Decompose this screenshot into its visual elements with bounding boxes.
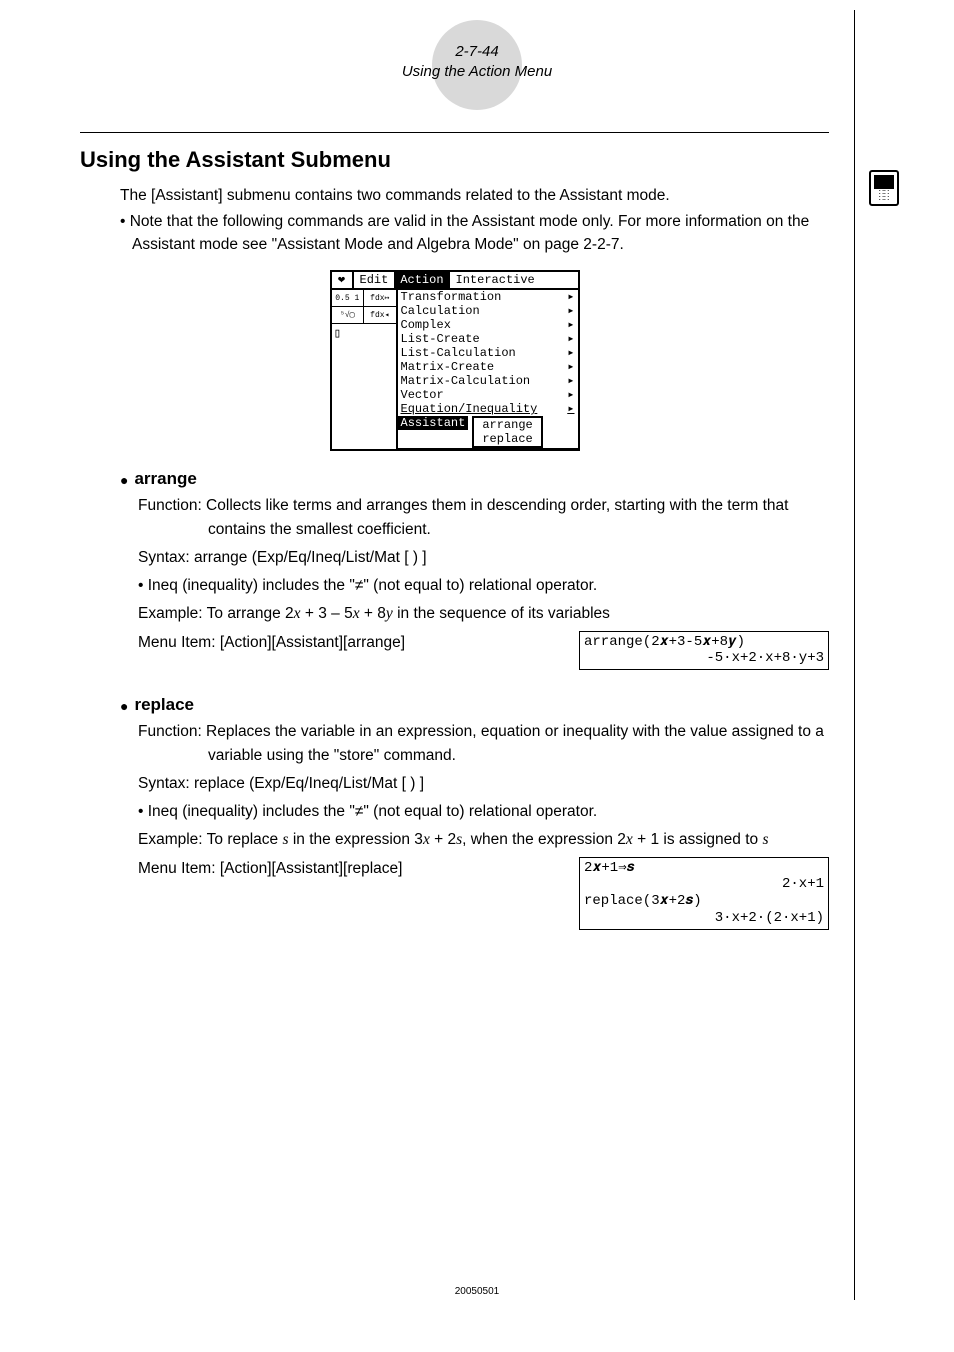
replace-ineq-note: • Ineq (inequality) includes the "≠" (no… [138, 800, 829, 823]
replace-menuitem: Menu Item: [Action][Assistant][replace] [138, 857, 402, 880]
bullet-icon: ● [120, 698, 128, 714]
arrange-result-box: arrange(2𝒙+3-5𝒙+8𝒚) -5·x+2·x+8·y+3 [579, 631, 829, 671]
arrange-menuitem: Menu Item: [Action][Assistant][arrange] [138, 631, 405, 654]
menu-item: List-Calculation▸ [398, 346, 578, 360]
result-line: 2𝒙+1⇒𝒔 [584, 860, 824, 877]
menu-item: Matrix-Calculation▸ [398, 374, 578, 388]
menu-edit: Edit [354, 272, 395, 288]
arrange-syntax: Syntax: arrange (Exp/Eq/Ineq/List/Mat [ … [138, 546, 829, 569]
section-title: Using the Action Menu [402, 63, 552, 80]
replace-syntax: Syntax: replace (Exp/Eq/Ineq/List/Mat [ … [138, 772, 829, 795]
menu-item: Vector▸ [398, 388, 578, 402]
result-line: -5·x+2·x+8·y+3 [584, 650, 824, 667]
arrange-function: Function: Collects like terms and arrang… [138, 494, 829, 541]
result-line: 2·x+1 [584, 876, 824, 893]
submenu-item: replace [474, 432, 540, 446]
cursor-area: ▯ [332, 324, 396, 449]
menu-item-highlighted: Assistant [398, 416, 469, 430]
replace-function: Function: Replaces the variable in an ex… [138, 720, 829, 767]
dropdown-chevron-icon: ❤ [332, 272, 354, 288]
arrange-example: Example: To arrange 2x + 3 – 5x + 8y in … [138, 602, 829, 625]
page-header-text: 2-7-44 Using the Action Menu [0, 42, 954, 81]
result-line: 3·x+2·(2·x+1) [584, 910, 824, 927]
replace-details: Function: Replaces the variable in an ex… [138, 720, 829, 929]
arrange-heading: ●arrange [120, 469, 829, 489]
menu-item: Equation/Inequality▸ [398, 402, 578, 416]
submenu-item: arrange [474, 418, 540, 432]
result-line: replace(3𝒙+2𝒔) [584, 893, 824, 910]
arrange-details: Function: Collects like terms and arrang… [138, 494, 829, 670]
menu-item: List-Create▸ [398, 332, 578, 346]
footer-code: 20050501 [0, 1286, 954, 1297]
menu-item: Matrix-Create▸ [398, 360, 578, 374]
arrange-ineq-note: • Ineq (inequality) includes the "≠" (no… [138, 574, 829, 597]
result-line: arrange(2𝒙+3-5𝒙+8𝒚) [584, 634, 824, 651]
calc-toolbar: 0.5 1fdx↦ ⁵√▢fdx◂ ▯ [332, 290, 397, 449]
calculator-side-icon: ∷∷∷∷ [869, 170, 899, 206]
intro-block: The [Assistant] submenu contains two com… [120, 185, 829, 256]
top-rule [80, 132, 829, 133]
intro-note: • Note that the following commands are v… [120, 211, 829, 256]
calc-menubar: ❤ Edit Action Interactive [332, 272, 578, 290]
menu-item: Calculation▸ [398, 304, 578, 318]
menu-interactive: Interactive [450, 272, 541, 288]
menu-action: Action [394, 272, 449, 288]
submenu-flyout: arrange replace [472, 416, 542, 448]
menu-item: Transformation▸ [398, 290, 578, 304]
bullet-icon: ● [120, 472, 128, 488]
replace-example: Example: To replace s in the expression … [138, 828, 829, 851]
replace-heading: ●replace [120, 695, 829, 715]
vertical-rule [854, 10, 855, 1300]
page-ref: 2-7-44 [455, 43, 498, 60]
page-content: Using the Assistant Submenu The [Assista… [80, 132, 829, 930]
page-heading: Using the Assistant Submenu [80, 147, 829, 173]
replace-result-box: 2𝒙+1⇒𝒔 2·x+1 replace(3𝒙+2𝒔) 3·x+2·(2·x+1… [579, 857, 829, 930]
calculator-screenshot: ❤ Edit Action Interactive 0.5 1fdx↦ ⁵√▢f… [330, 270, 580, 451]
calc-menu-list: Transformation▸ Calculation▸ Complex▸ Li… [397, 290, 578, 449]
intro-line1: The [Assistant] submenu contains two com… [120, 185, 829, 207]
menu-item: Complex▸ [398, 318, 578, 332]
